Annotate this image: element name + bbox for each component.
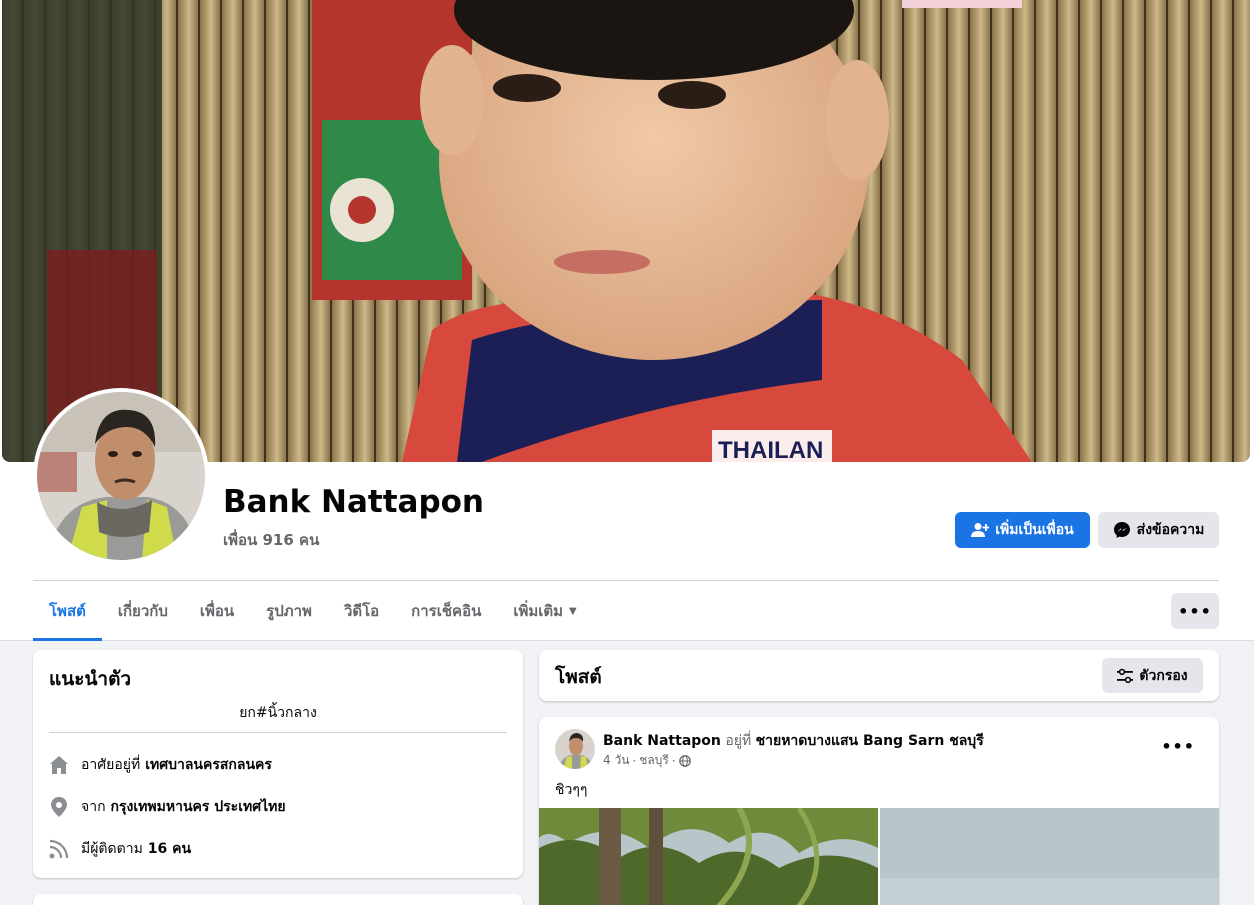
post-options-button[interactable]: ••• [1161, 737, 1195, 756]
post-photo[interactable] [539, 808, 878, 905]
from-value[interactable]: กรุงเทพมหานคร ประเทศไทย [111, 796, 286, 818]
info-from: จาก กรุงเทพมหานคร ประเทศไทย [49, 796, 286, 818]
message-label: ส่งข้อความ [1136, 522, 1205, 538]
tab-videos[interactable]: วิดีโอ [328, 581, 395, 641]
tab-posts[interactable]: โพสต์ [33, 581, 102, 641]
post-text: ชิวๆๆ [555, 782, 588, 798]
messenger-icon [1113, 522, 1130, 538]
more-options-button[interactable]: ••• [1171, 593, 1219, 629]
tab-label: รูปภาพ [266, 602, 312, 620]
tab-label: โพสต์ [49, 602, 86, 620]
followers-prefix: มีผู้ติดตาม [81, 841, 143, 857]
add-friend-label: เพิ่มเป็นเพื่อน [995, 522, 1074, 538]
post-images [539, 808, 1219, 905]
post-time[interactable]: 4 วัน [603, 751, 629, 770]
post-photo[interactable] [880, 808, 1219, 905]
cover-shirt-text: THAILAN [718, 437, 823, 462]
tab-label: เกี่ยวกับ [117, 602, 168, 620]
profile-name: Bank Nattapon [223, 484, 485, 520]
post-location[interactable]: ชลบุรี [639, 751, 669, 770]
bio-divider [49, 732, 507, 733]
post-author-avatar[interactable] [555, 729, 595, 769]
profile-avatar[interactable] [33, 388, 209, 564]
bio-text: ยก#นิ้วกลาง [239, 705, 317, 721]
tab-friends[interactable]: เพื่อน [184, 581, 250, 641]
tab-more[interactable]: เพิ่มเติม ▼ [497, 581, 592, 641]
tab-label: เพื่อน [199, 602, 235, 620]
cover-photo[interactable]: THAILAN [2, 0, 1250, 462]
message-button[interactable]: ส่งข้อความ [1098, 512, 1219, 548]
lives-prefix: อาศัยอยู่ที่ [81, 757, 141, 773]
from-prefix: จาก [81, 799, 106, 815]
followers-value[interactable]: 16 คน [148, 838, 191, 860]
filter-icon [1117, 668, 1134, 683]
post-author-line: Bank Nattapon อยู่ที่ ชายหาดบางแสน Bang … [603, 730, 984, 752]
cover-photo-image: THAILAN [2, 0, 1250, 462]
add-friend-icon [971, 523, 990, 537]
meta-separator: · [632, 753, 637, 768]
lives-value[interactable]: เทศบาลนครสกลนคร [145, 754, 272, 776]
filter-button[interactable]: ตัวกรอง [1102, 658, 1203, 693]
add-friend-button[interactable]: เพิ่มเป็นเพื่อน [955, 512, 1090, 548]
location-pin-icon [49, 797, 69, 817]
post-at-word: อยู่ที่ [725, 733, 752, 749]
post-card: Bank Nattapon อยู่ที่ ชายหาดบางแสน Bang … [539, 717, 1219, 905]
tab-label: การเช็คอิน [411, 602, 482, 620]
avatar-image [37, 392, 205, 560]
avatar [37, 392, 205, 560]
filter-label: ตัวกรอง [1139, 667, 1188, 684]
posts-title: โพสต์ [555, 666, 602, 688]
intro-card: แนะนำตัว ยก#นิ้วกลาง อาศัยอยู่ที่ เทศบาล… [33, 650, 523, 878]
tab-about[interactable]: เกี่ยวกับ [102, 581, 184, 641]
tab-label: วิดีโอ [343, 602, 380, 620]
posts-header-card: โพสต์ ตัวกรอง [539, 650, 1219, 701]
friend-count[interactable]: เพื่อน 916 คน [223, 528, 319, 552]
post-author-name[interactable]: Bank Nattapon [603, 733, 721, 749]
info-followers: มีผู้ติดตาม 16 คน [49, 838, 191, 860]
profile-tabs: โพสต์ เกี่ยวกับ เพื่อน รูปภาพ วิดีโอ การ… [33, 581, 593, 641]
intro-title: แนะนำตัว [49, 668, 132, 690]
tab-photos[interactable]: รูปภาพ [250, 581, 328, 641]
caret-down-icon: ▼ [569, 605, 577, 617]
rss-icon [49, 839, 69, 859]
tab-label: เพิ่มเติม [513, 602, 564, 620]
profile-header: THAILAN Bank Nattapon เพื่อน 916 คน เพิ่… [0, 0, 1254, 641]
meta-separator: · [671, 753, 676, 768]
info-lives-in: อาศัยอยู่ที่ เทศบาลนครสกลนคร [49, 754, 272, 776]
home-icon [49, 755, 69, 775]
post-place[interactable]: ชายหาดบางแสน Bang Sarn ชลบุรี [756, 733, 984, 749]
post-meta: 4 วัน · ชลบุรี · [603, 751, 691, 770]
tab-checkins[interactable]: การเช็คอิน [395, 581, 497, 641]
photos-card [33, 894, 523, 905]
globe-icon[interactable] [678, 754, 691, 767]
